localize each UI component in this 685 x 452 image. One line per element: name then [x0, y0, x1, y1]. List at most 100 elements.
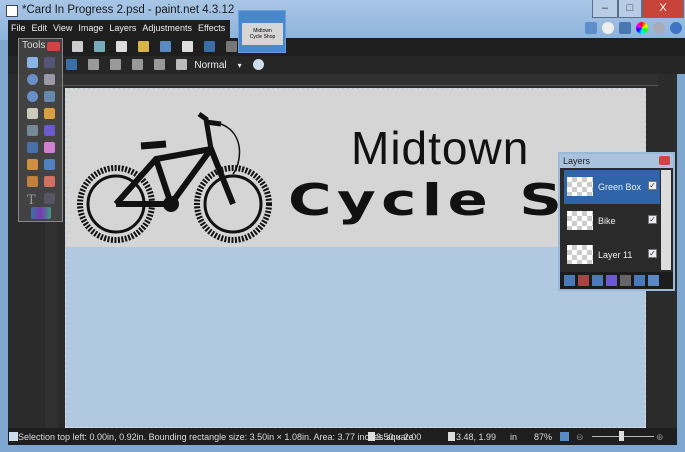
- tools-window: Tools T: [18, 38, 63, 222]
- zoom-in-icon[interactable]: ⊕: [656, 432, 664, 443]
- layer-visibility-checkbox[interactable]: ✓: [648, 181, 657, 190]
- card-title: Midtown: [351, 122, 530, 174]
- pan-icon[interactable]: [44, 108, 55, 119]
- selection-mode-union-icon[interactable]: [88, 59, 100, 70]
- zoom-to-window-icon[interactable]: [560, 432, 569, 441]
- help-icon[interactable]: [670, 22, 682, 34]
- menu-layers[interactable]: Layers: [106, 20, 139, 38]
- layer-visibility-checkbox[interactable]: ✓: [648, 249, 657, 258]
- colors-icon[interactable]: [636, 22, 648, 34]
- layer-visibility-checkbox[interactable]: ✓: [648, 215, 657, 224]
- units-dropdown[interactable]: in: [510, 432, 517, 442]
- menu-edit[interactable]: Edit: [29, 20, 51, 38]
- layer-name: Green Box: [598, 182, 642, 192]
- tools-toggle-icon[interactable]: [585, 22, 597, 34]
- move-layer-down-icon[interactable]: [634, 275, 645, 286]
- duplicate-layer-icon[interactable]: [592, 275, 603, 286]
- image-size-icon: [368, 432, 375, 441]
- layer-item[interactable]: Green Box ✓: [564, 170, 660, 204]
- settings-gear-icon[interactable]: [653, 22, 665, 34]
- add-layer-icon[interactable]: [564, 275, 575, 286]
- selection-info: Selection top left: 0.00in, 0.92in. Boun…: [18, 432, 414, 442]
- blend-mode-icon: [176, 59, 188, 70]
- cursor-position-icon: [448, 432, 455, 441]
- line-curve-icon[interactable]: [44, 193, 55, 204]
- paintbrush-icon[interactable]: [27, 142, 38, 153]
- deselect-icon[interactable]: [182, 41, 194, 52]
- zoom-icon[interactable]: [44, 91, 55, 102]
- layers-toggle-icon[interactable]: [619, 22, 631, 34]
- zoom-level[interactable]: 87%: [534, 432, 552, 442]
- chevron-down-icon[interactable]: ▾: [238, 61, 242, 70]
- cut-icon[interactable]: [94, 41, 106, 52]
- status-bar: Selection top left: 0.00in, 0.92in. Boun…: [8, 428, 677, 445]
- selection-mode-intersect-icon[interactable]: [132, 59, 144, 70]
- layers-close-button[interactable]: [659, 156, 670, 165]
- clone-stamp-icon[interactable]: [27, 176, 38, 187]
- undo-icon[interactable]: [204, 41, 216, 52]
- lasso-select-icon[interactable]: [27, 74, 38, 85]
- document-tab[interactable]: Midtown Cycle Shop: [238, 10, 286, 53]
- main-toolbar: [8, 38, 685, 56]
- recolor-icon[interactable]: [44, 176, 55, 187]
- menu-file[interactable]: File: [8, 20, 29, 38]
- blend-mode-dropdown[interactable]: Normal: [194, 60, 226, 71]
- window-title: *Card In Progress 2.psd - paint.net 4.3.…: [22, 4, 235, 16]
- selection-mode-replace-icon[interactable]: [66, 59, 77, 70]
- menu-bar: File Edit View Image Layers Adjustments …: [8, 20, 231, 38]
- cursor-position: 3.48, 1.99: [456, 432, 497, 442]
- color-picker-icon[interactable]: [44, 159, 55, 170]
- crop-icon[interactable]: [160, 41, 172, 52]
- menu-effects[interactable]: Effects: [195, 20, 228, 38]
- menu-view[interactable]: View: [50, 20, 75, 38]
- magic-wand-icon[interactable]: [27, 108, 38, 119]
- thumb-text-2: Cycle Shop: [249, 34, 276, 40]
- antialias-icon[interactable]: [252, 59, 264, 70]
- gradient-icon[interactable]: [44, 125, 55, 136]
- layer-item[interactable]: Layer 11 ✓: [564, 238, 660, 272]
- merge-layer-down-icon[interactable]: [606, 275, 617, 286]
- layers-window-title: Layers: [560, 154, 673, 168]
- zoom-out-icon[interactable]: ⊖: [576, 432, 584, 443]
- text-icon[interactable]: T: [27, 193, 38, 208]
- copy-icon[interactable]: [116, 41, 128, 52]
- selection-mode-exclude-icon[interactable]: [110, 59, 122, 70]
- paint-bucket-icon[interactable]: [27, 125, 38, 136]
- move-selection-icon[interactable]: [44, 74, 55, 85]
- ellipse-select-icon[interactable]: [27, 91, 38, 102]
- redo-icon[interactable]: [226, 41, 238, 52]
- tools-close-button[interactable]: [47, 42, 60, 51]
- layers-scrollbar[interactable]: [661, 170, 671, 270]
- menu-adjustments[interactable]: Adjustments: [139, 20, 195, 38]
- history-icon[interactable]: [602, 22, 614, 34]
- image-size: 3.50 × 2.00: [376, 432, 422, 442]
- zoom-slider-thumb[interactable]: [619, 431, 624, 441]
- menu-image[interactable]: Image: [75, 20, 106, 38]
- eraser-icon[interactable]: [44, 142, 55, 153]
- selection-mode-xor-icon[interactable]: [154, 59, 166, 70]
- selection-icon: [9, 432, 18, 441]
- layer-thumbnail: [567, 211, 593, 230]
- move-selected-icon[interactable]: [44, 57, 55, 68]
- layers-toolbar: [560, 272, 673, 289]
- rectangle-select-icon[interactable]: [27, 57, 38, 68]
- shapes-icon[interactable]: [31, 207, 51, 219]
- layer-item[interactable]: Bike ✓: [564, 204, 660, 238]
- maximize-button[interactable]: □: [618, 0, 642, 18]
- bicycle-graphic: [77, 111, 272, 243]
- tool-options-bar: Normal ▾: [8, 56, 685, 74]
- move-layer-up-icon[interactable]: [620, 275, 631, 286]
- tools-window-title: Tools: [22, 40, 46, 51]
- layer-properties-icon[interactable]: [648, 275, 659, 286]
- close-button[interactable]: X: [642, 0, 684, 18]
- layers-window: Layers Green Box ✓ Bike ✓ Layer 11 ✓: [558, 152, 675, 291]
- pencil-icon[interactable]: [27, 159, 38, 170]
- paste-icon[interactable]: [138, 41, 150, 52]
- utility-buttons: [585, 22, 682, 34]
- layer-thumbnail: [567, 177, 593, 196]
- layer-thumbnail: [567, 245, 593, 264]
- delete-layer-icon[interactable]: [578, 275, 589, 286]
- layer-name: Bike: [598, 216, 616, 226]
- minimize-button[interactable]: –: [592, 0, 618, 18]
- print-icon[interactable]: [72, 41, 83, 52]
